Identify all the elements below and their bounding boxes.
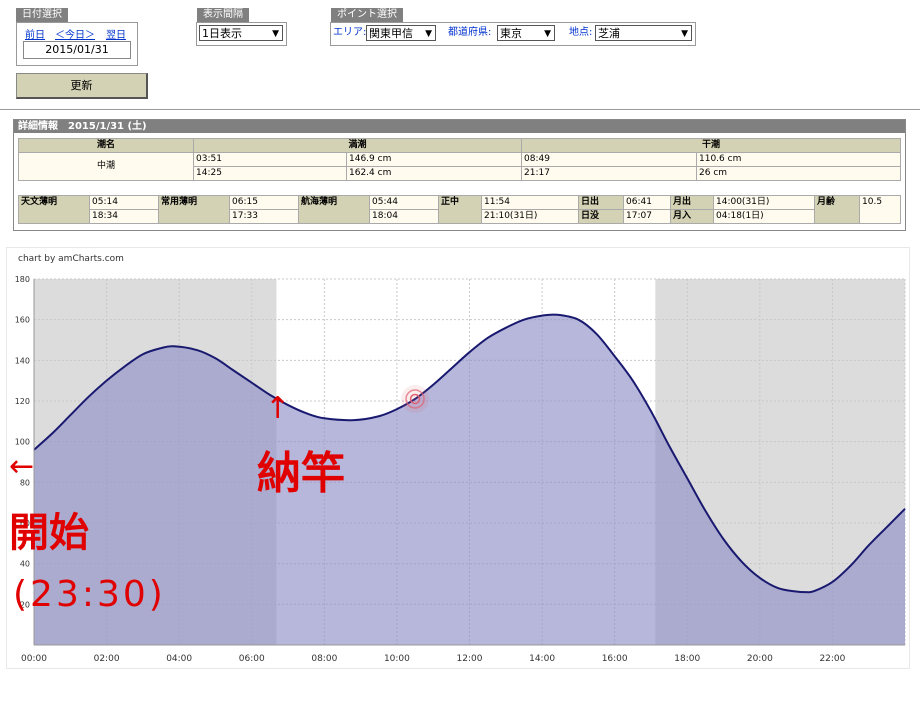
astro-table: 天文薄明 05:14 常用薄明 06:15 航海薄明 05:44 正中 11:5… — [18, 195, 901, 224]
y-tick-label: 40 — [20, 560, 30, 569]
spot-label: 地点: — [569, 27, 593, 38]
low-time-2: 21:17 — [521, 166, 697, 181]
low-time-1: 08:49 — [521, 152, 697, 167]
x-tick-label: 00:00 — [21, 654, 47, 664]
moonrise-time: 14:00(31日) — [713, 195, 815, 210]
nautical-twilight-end: 18:04 — [369, 209, 439, 224]
spot-value: 芝浦 — [598, 27, 620, 40]
update-button[interactable]: 更新 — [16, 73, 148, 99]
x-tick-label: 22:00 — [819, 654, 845, 664]
prev-day-link[interactable]: 前日 — [25, 26, 45, 41]
high-level-2: 162.4 cm — [346, 166, 522, 181]
tide-name-header: 潮名 — [18, 138, 194, 153]
tide-table: 潮名 満潮 干潮 中潮 03:51 146.9 cm 08:49 110.6 c… — [18, 138, 901, 181]
x-tick-label: 18:00 — [674, 654, 700, 664]
sunset-label: 日没 — [578, 209, 624, 224]
low-level-2: 26 cm — [696, 166, 901, 181]
sunset-time: 17:07 — [623, 209, 671, 224]
low-level-1: 110.6 cm — [696, 152, 901, 167]
current-marker-halo — [401, 384, 430, 413]
interval-select-box: 1日表示 ▼ — [196, 22, 287, 46]
civil-twilight-start: 06:15 — [229, 195, 299, 210]
interval-select-title: 表示間隔 — [197, 8, 249, 22]
date-select-box: 前日 ＜今日＞ 翌日 2015/01/31 — [16, 22, 138, 66]
pref-value: 東京 — [500, 27, 522, 40]
astro-twilight-label: 天文薄明 — [18, 195, 90, 224]
astro-twilight-end: 18:34 — [89, 209, 159, 224]
end-arrow-annotation: ↑ — [265, 391, 290, 426]
y-tick-label: 180 — [15, 275, 30, 284]
x-tick-label: 06:00 — [239, 654, 265, 664]
civil-twilight-end: 17:33 — [229, 209, 299, 224]
moon-age-label: 月齢 — [814, 195, 860, 224]
nautical-twilight-label: 航海薄明 — [298, 195, 370, 224]
start-annotation: 開始 — [9, 510, 89, 556]
high-time-2: 14:25 — [193, 166, 347, 181]
low-tide-header: 干潮 — [521, 138, 901, 153]
pref-label: 都道府県: — [448, 27, 492, 38]
astro-twilight-start: 05:14 — [89, 195, 159, 210]
nautical-twilight-start: 05:44 — [369, 195, 439, 210]
x-tick-label: 14:00 — [529, 654, 555, 664]
x-tick-label: 04:00 — [166, 654, 192, 664]
moon-age-value: 10.5 — [859, 195, 901, 224]
chevron-down-icon: ▼ — [681, 29, 688, 39]
today-link[interactable]: ＜今日＞ — [55, 26, 95, 41]
tide-name: 中潮 — [18, 152, 194, 181]
x-tick-label: 10:00 — [384, 654, 410, 664]
tide-chart-container: chart by amCharts.com 20 40 60 80 100 120 140 1… — [6, 247, 910, 669]
point-select-title: ポイント選択 — [331, 8, 403, 22]
y-tick-label: 140 — [15, 356, 30, 365]
spot-dropdown[interactable]: 芝浦 ▼ — [595, 25, 692, 41]
divider — [0, 109, 920, 110]
meridian-time-2: 21:10(31日) — [481, 209, 579, 224]
moonset-time: 04:18(1日) — [713, 209, 815, 224]
date-input[interactable]: 2015/01/31 — [23, 41, 131, 59]
x-tick-label: 16:00 — [602, 654, 628, 664]
moonrise-label: 月出 — [670, 195, 714, 210]
date-select-title: 日付選択 — [16, 8, 68, 22]
start-time-annotation: (23:30) — [13, 574, 166, 615]
chevron-down-icon: ▼ — [544, 29, 551, 39]
detail-panel: 詳細情報 2015/1/31 (土) 潮名 満潮 干潮 中潮 03:51 146… — [13, 119, 906, 231]
y-tick-label: 120 — [15, 397, 30, 406]
high-tide-header: 満潮 — [193, 138, 522, 153]
moonset-label: 月入 — [670, 209, 714, 224]
interval-value: 1日表示 — [202, 27, 242, 40]
high-time-1: 03:51 — [193, 152, 347, 167]
interval-dropdown[interactable]: 1日表示 ▼ — [199, 25, 283, 41]
x-tick-label: 12:00 — [457, 654, 483, 664]
next-day-link[interactable]: 翌日 — [106, 26, 126, 41]
x-tick-label: 20:00 — [747, 654, 773, 664]
point-select-box: エリア: 関東甲信 ▼ 都道府県: 東京 ▼ 地点: 芝浦 ▼ — [330, 22, 696, 46]
y-tick-label: 160 — [15, 316, 30, 325]
area-dropdown[interactable]: 関東甲信 ▼ — [366, 25, 436, 41]
high-level-1: 146.9 cm — [346, 152, 522, 167]
x-tick-label: 02:00 — [94, 654, 120, 664]
y-tick-label: 100 — [15, 438, 30, 447]
detail-title: 詳細情報 2015/1/31 (土) — [14, 120, 905, 133]
pref-dropdown[interactable]: 東京 ▼ — [497, 25, 555, 41]
end-annotation: 納竿 — [257, 448, 345, 499]
chevron-down-icon: ▼ — [425, 29, 432, 39]
sunrise-label: 日出 — [578, 195, 624, 210]
meridian-label: 正中 — [438, 195, 482, 224]
x-tick-label: 08:00 — [311, 654, 337, 664]
start-arrow-annotation: ← — [9, 449, 34, 484]
area-value: 関東甲信 — [369, 27, 413, 40]
sunrise-time: 06:41 — [623, 195, 671, 210]
tide-chart[interactable]: chart by amCharts.com 204060801001201401… — [7, 248, 909, 668]
chevron-down-icon: ▼ — [272, 29, 279, 39]
civil-twilight-label: 常用薄明 — [158, 195, 230, 224]
chart-credit[interactable]: chart by amCharts.com — [18, 254, 124, 264]
meridian-time-1: 11:54 — [481, 195, 579, 210]
area-label: エリア: — [333, 27, 367, 38]
